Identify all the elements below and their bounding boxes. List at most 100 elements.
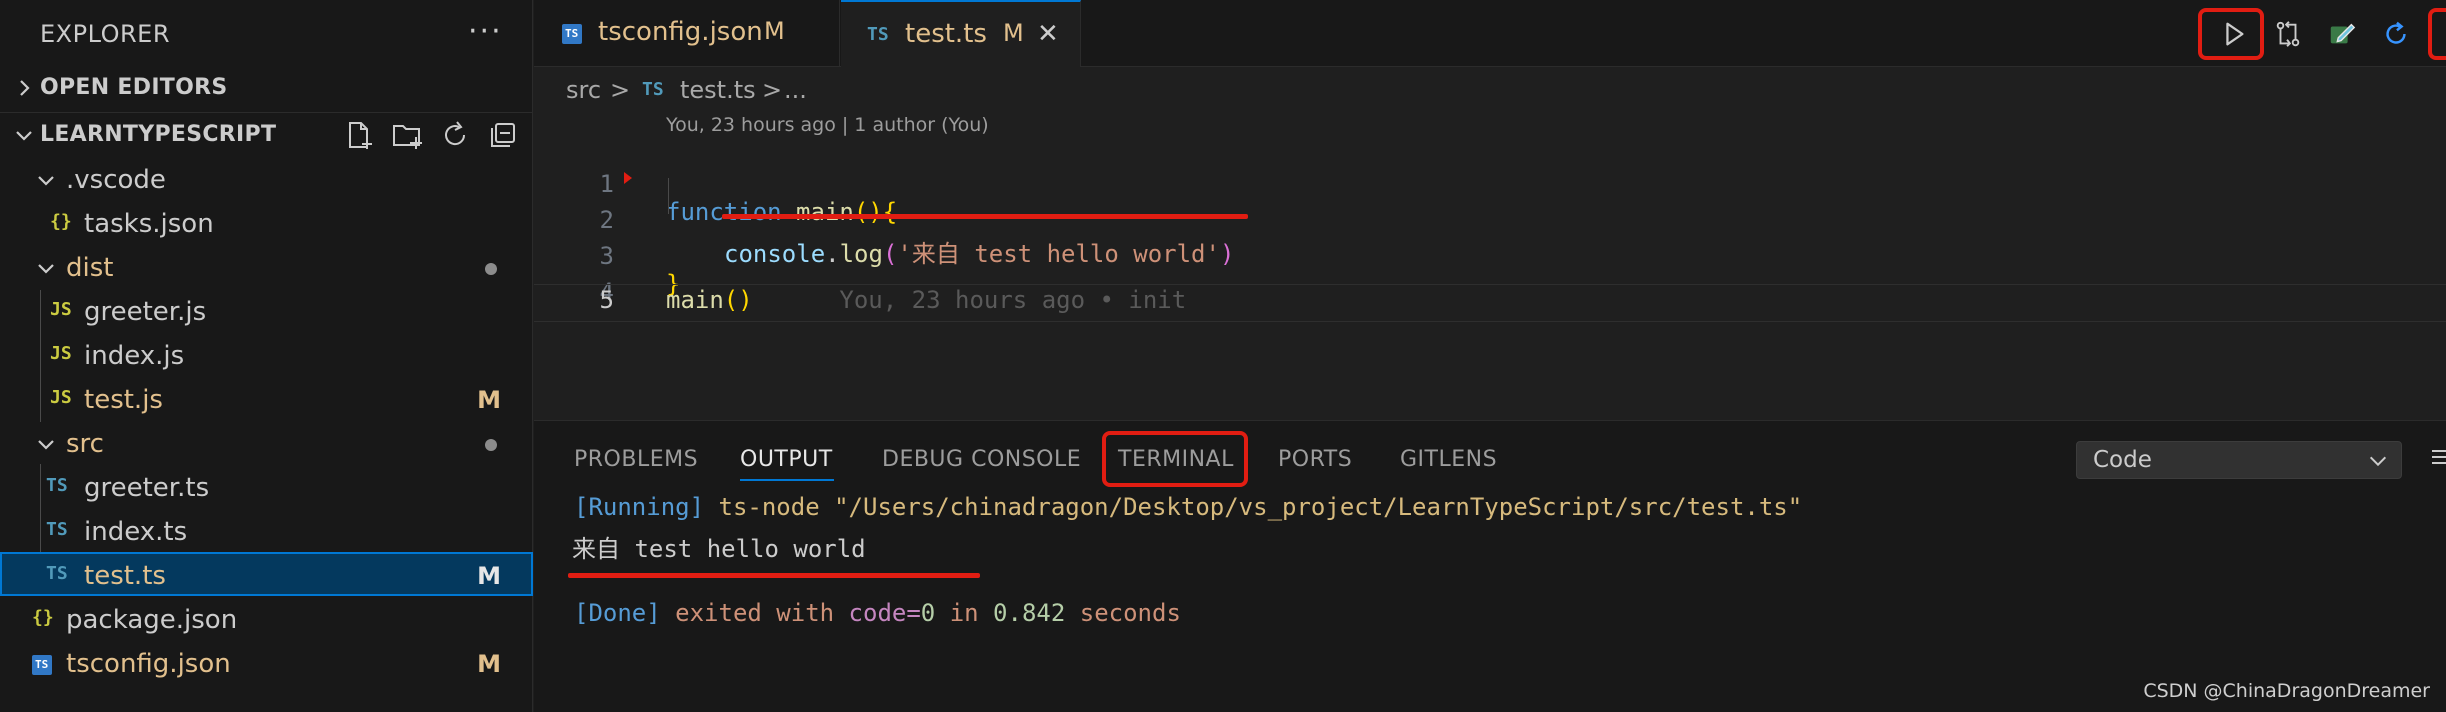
highlight-box	[2428, 8, 2446, 60]
tree-item-label: test.ts	[84, 561, 166, 591]
json-file-icon: {}	[50, 211, 72, 232]
tsconfig-icon-glyph: TS	[35, 658, 49, 671]
running-command: ts-node "/Users/chinadragon/Desktop/vs_p…	[704, 493, 1803, 521]
project-section[interactable]: LEARNTYPESCRIPT	[0, 112, 533, 156]
done-in: in	[935, 599, 994, 627]
tree-file-greeter-js[interactable]: JS greeter.js	[0, 290, 533, 334]
new-folder-icon[interactable]	[391, 119, 423, 151]
code-text: main() You, 23 hours ago • init	[666, 286, 1186, 314]
modified-badge: M	[1003, 19, 1024, 47]
exit-code-value: 0	[920, 599, 936, 627]
tree-item-label: test.js	[84, 385, 163, 415]
tab-ports[interactable]: PORTS	[1278, 447, 1352, 472]
watermark: CSDN @ChinaDragonDreamer	[2143, 680, 2430, 702]
modified-badge: M	[477, 562, 501, 590]
code-line-4[interactable]: 4	[534, 250, 2446, 306]
inline-blame: You, 23 hours ago • init	[839, 286, 1187, 314]
ts-file-icon: TS	[642, 79, 664, 100]
compare-changes-icon	[2276, 21, 2300, 47]
output-channel-select[interactable]: Code	[2076, 441, 2402, 479]
more-actions-icon[interactable]: ···	[468, 14, 503, 49]
tree-item-label: greeter.ts	[84, 473, 210, 503]
tree-file-tasks-json[interactable]: {} tasks.json	[0, 202, 533, 246]
modified-badge: M	[764, 17, 785, 45]
output-result-line: 来自 test hello world	[572, 535, 866, 563]
done-seconds: seconds	[1065, 599, 1181, 627]
tree-file-index-ts[interactable]: TS index.ts	[0, 510, 533, 554]
new-file-icon[interactable]	[343, 119, 375, 151]
explorer-sidebar: EXPLORER ··· OPEN EDITORS LEARNTYPESCRIP…	[0, 0, 533, 712]
modified-dot	[485, 439, 497, 451]
highlight-underline	[568, 573, 980, 578]
tree-file-index-js[interactable]: JS index.js	[0, 334, 533, 378]
code-line-3[interactable]: 3 }	[534, 214, 2446, 298]
tsconfig-file-icon: TS	[32, 655, 52, 675]
bottom-panel: PROBLEMS OUTPUT DEBUG CONSOLE TERMINAL P…	[534, 420, 2446, 712]
breadcrumb-more[interactable]: ...	[784, 76, 807, 104]
sync-button[interactable]	[2374, 12, 2418, 56]
tab-label: tsconfig.json	[598, 17, 763, 47]
highlight-box	[2198, 8, 2264, 60]
collapse-all-icon[interactable]	[487, 119, 519, 151]
tree-item-label: tasks.json	[84, 209, 214, 239]
tree-item-label: index.ts	[84, 517, 188, 547]
blame-codelens[interactable]: You, 23 hours ago | 1 author (You)	[666, 114, 989, 136]
sync-icon	[2386, 21, 2406, 44]
code-line-5[interactable]: 5 main() You, 23 hours ago • init	[534, 284, 2446, 322]
tree-item-label: dist	[66, 253, 114, 283]
tab-debug-console[interactable]: DEBUG CONSOLE	[882, 447, 1081, 472]
breadcrumb-file[interactable]: test.ts	[680, 76, 756, 104]
explorer-header: EXPLORER ···	[0, 0, 533, 66]
function-name: main	[666, 286, 724, 314]
ts-file-icon: TS	[46, 563, 68, 584]
chevron-down-icon	[38, 264, 54, 274]
tree-folder-vscode[interactable]: .vscode	[0, 158, 533, 202]
open-changes-button[interactable]	[2266, 12, 2310, 56]
tree-file-test-js[interactable]: JS test.js M	[0, 378, 533, 422]
explorer-title: EXPLORER	[40, 20, 170, 48]
modified-badge: M	[477, 386, 501, 414]
modified-dot	[485, 263, 497, 275]
chevron-down-icon	[16, 131, 32, 141]
tree-item-label: tsconfig.json	[66, 649, 231, 679]
close-icon[interactable]: ✕	[1037, 19, 1059, 49]
active-tab-indicator	[740, 479, 834, 481]
tree-folder-src[interactable]: src	[0, 422, 533, 466]
edit-note-button[interactable]	[2320, 12, 2364, 56]
line-number: 5	[599, 286, 614, 314]
breadcrumb-separator: >	[762, 76, 783, 104]
done-tag: [Done]	[574, 599, 661, 627]
js-file-icon: JS	[50, 343, 72, 364]
chevron-right-icon	[20, 80, 30, 96]
tree-file-package-json[interactable]: {} package.json	[0, 598, 533, 642]
tree-file-tsconfig-json[interactable]: TS tsconfig.json M	[0, 642, 533, 686]
tab-label: test.ts	[905, 19, 987, 49]
tree-folder-dist[interactable]: dist	[0, 246, 533, 290]
punctuation: ()	[723, 286, 753, 314]
explorer-toolbar	[343, 119, 519, 151]
tree-file-greeter-ts[interactable]: TS greeter.ts	[0, 466, 533, 510]
open-editors-section[interactable]: OPEN EDITORS	[0, 66, 533, 110]
tab-test-ts[interactable]: TS test.ts M ✕	[841, 0, 1081, 67]
code-line-1[interactable]: 1 function main(){	[534, 142, 2446, 226]
refresh-icon[interactable]	[439, 119, 471, 151]
tab-output[interactable]: OUTPUT	[740, 447, 833, 472]
tree-item-label: index.js	[84, 341, 185, 371]
js-file-icon: JS	[50, 387, 72, 408]
js-file-icon: JS	[50, 299, 72, 320]
tab-problems[interactable]: PROBLEMS	[574, 447, 698, 472]
tree-item-label: src	[66, 429, 104, 459]
breadcrumb: src > TS test.ts > ...	[534, 70, 2446, 110]
chevron-down-icon	[38, 176, 54, 186]
tree-file-test-ts[interactable]: TS test.ts M	[0, 552, 533, 596]
open-editors-label: OPEN EDITORS	[40, 75, 228, 100]
breadcrumb-folder[interactable]: src	[566, 76, 601, 104]
tab-tsconfig-json[interactable]: TS tsconfig.json M	[534, 0, 840, 67]
tab-gitlens[interactable]: GITLENS	[1400, 447, 1497, 472]
code-line-2[interactable]: 2 console.log('来自 test hello world')	[534, 178, 2446, 268]
elapsed-time: 0.842	[993, 599, 1066, 627]
highlight-box	[1102, 431, 1248, 487]
list-filter-icon[interactable]	[2430, 447, 2446, 469]
output-channel-value: Code	[2093, 447, 2152, 473]
tree-item-label: package.json	[66, 605, 238, 635]
